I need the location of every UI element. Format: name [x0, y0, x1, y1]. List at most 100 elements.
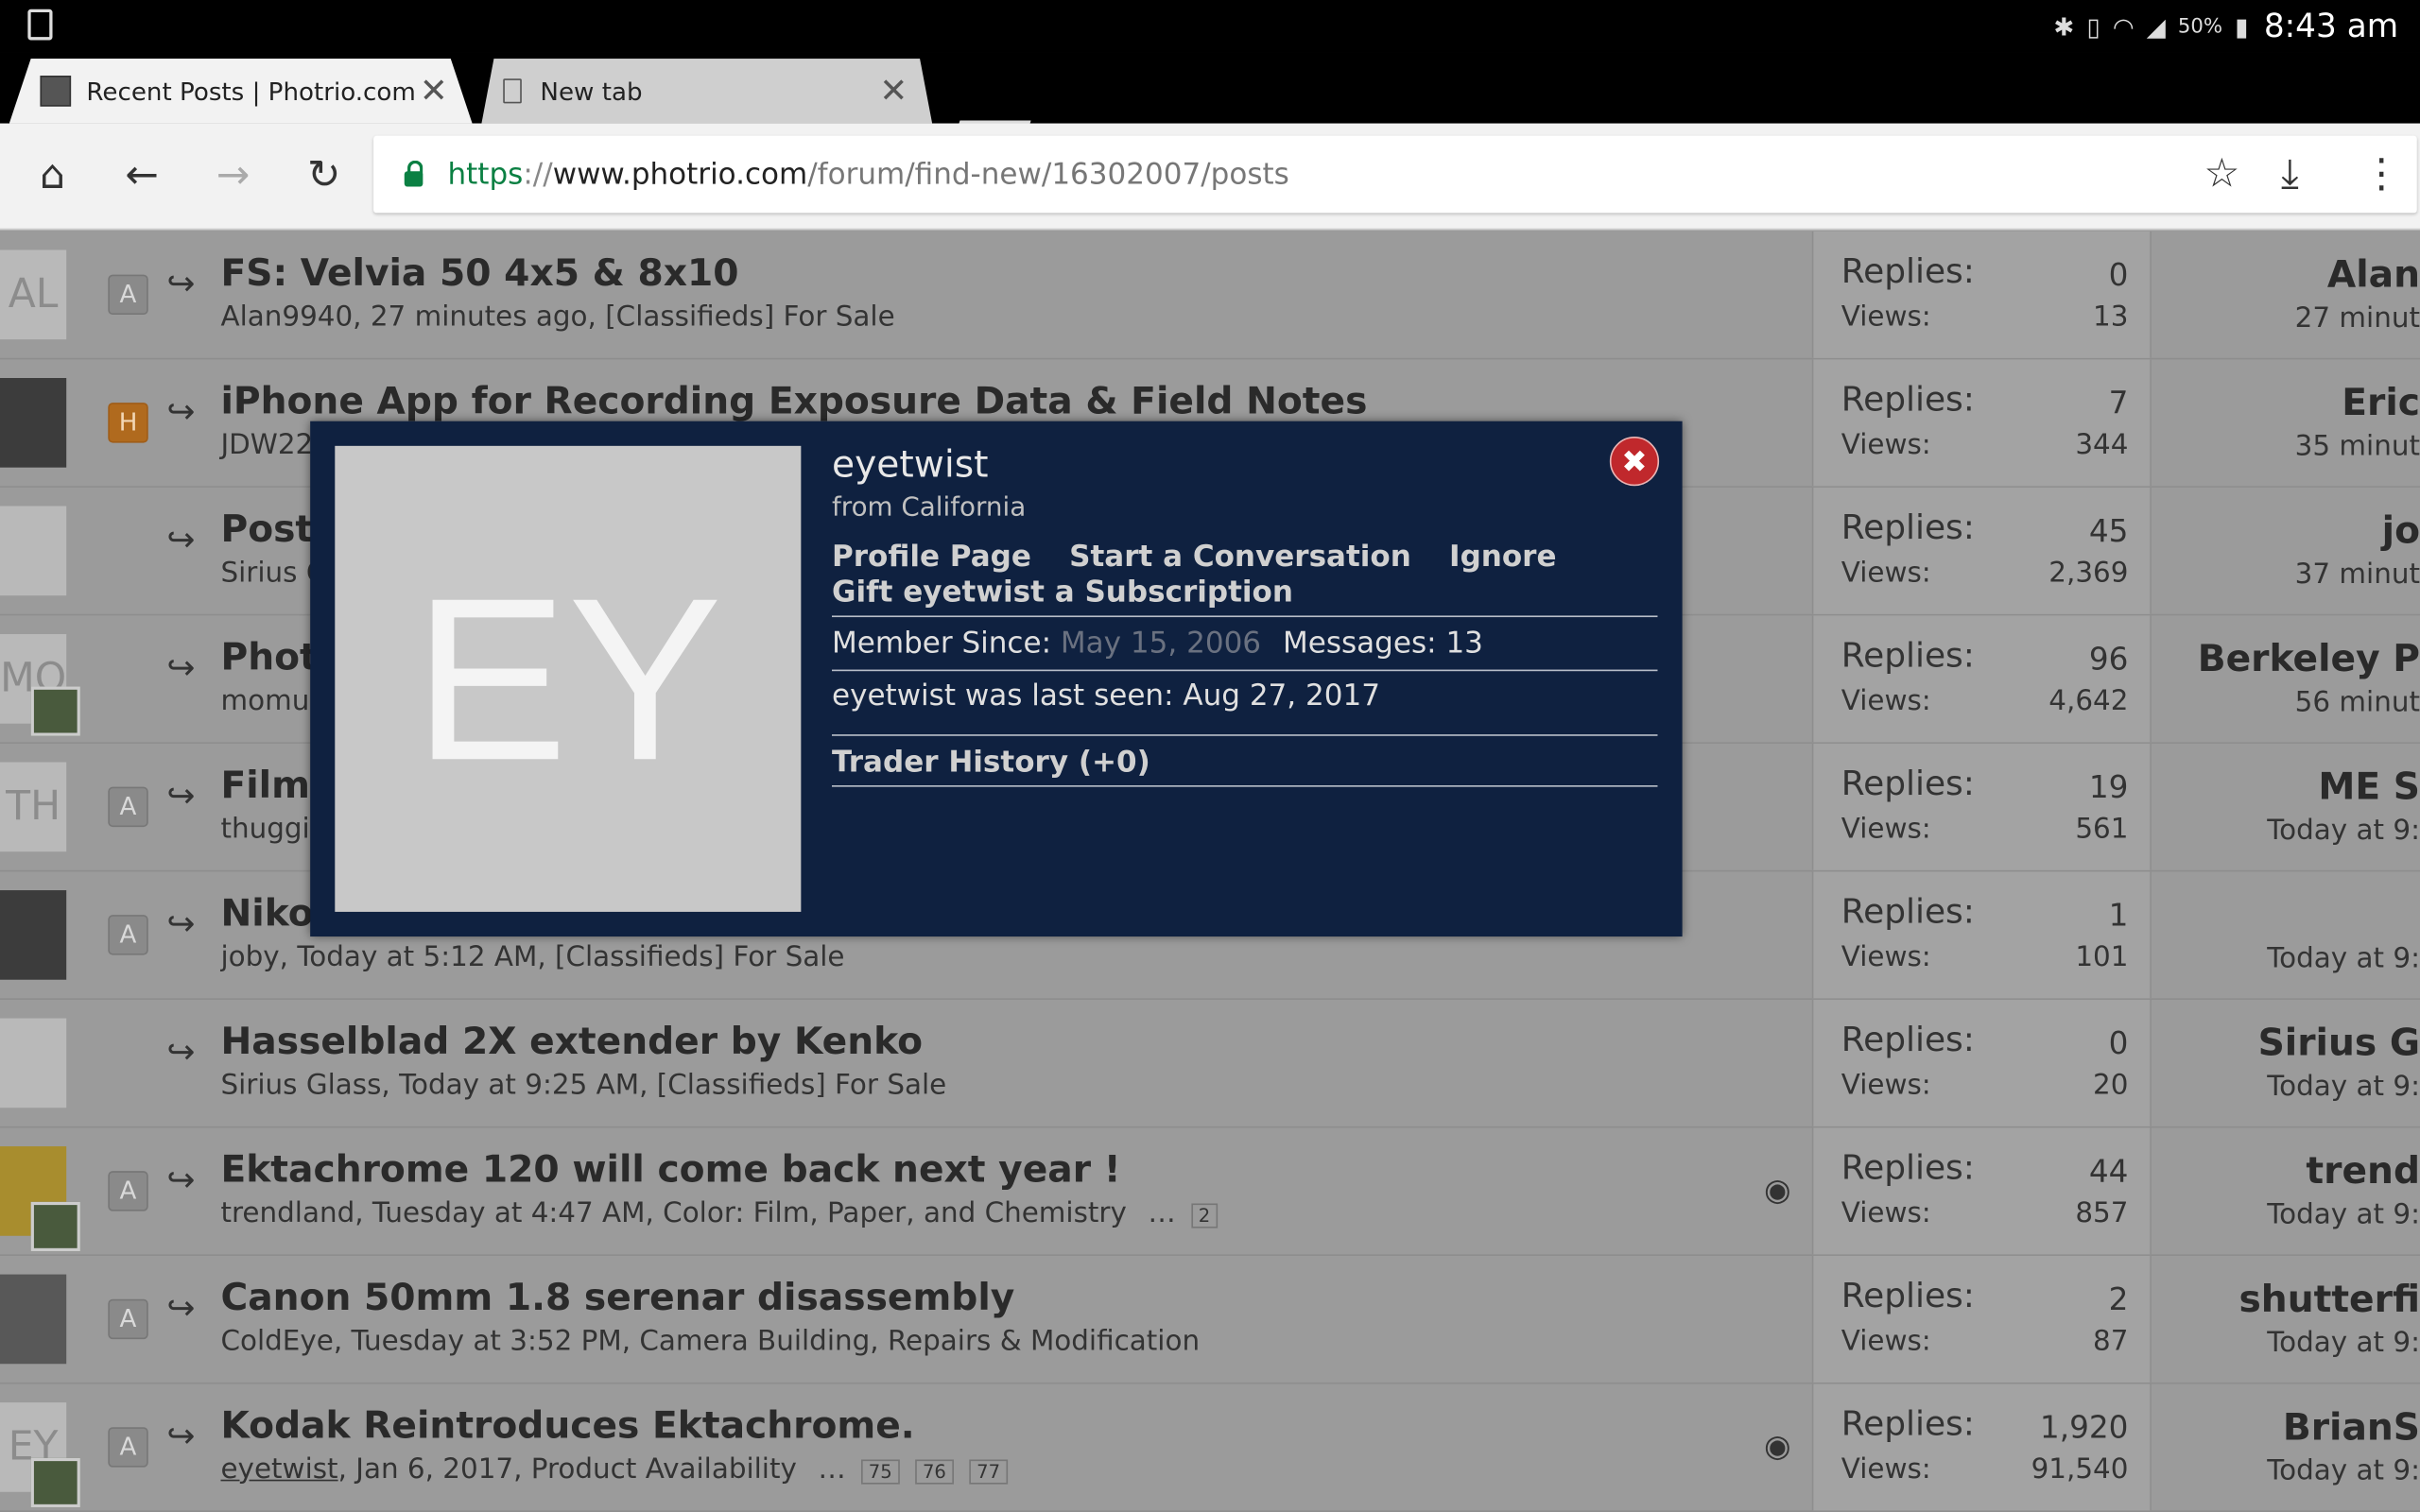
- thread-meta: Sirius Glass, Today at 9:25 AM, [Classif…: [220, 1069, 947, 1102]
- tab-recent-posts[interactable]: Recent Posts | Photrio.com P ✕: [9, 59, 473, 124]
- back-icon[interactable]: ←: [114, 148, 170, 204]
- download-icon[interactable]: ⤓: [2281, 151, 2299, 199]
- tab-new-tab[interactable]: New tab ✕: [481, 59, 933, 124]
- thread-meta: joby, Today at 5:12 AM, [Classifieds] Fo…: [220, 940, 845, 974]
- member-since-date: May 15, 2006: [1060, 626, 1262, 661]
- share-icon[interactable]: ↪: [166, 778, 195, 816]
- battery-percent: 50%: [2177, 14, 2223, 38]
- thread-meta: trendland, Tuesday at 4:47 AM, Color: Fi…: [220, 1197, 1219, 1229]
- thread-meta: Alan9940, 27 minutes ago, [Classifieds] …: [220, 301, 895, 334]
- reload-icon[interactable]: ↻: [296, 148, 352, 204]
- member-actions: Profile Page Start a Conversation Ignore: [832, 540, 1584, 574]
- last-post-user[interactable]: BrianS: [2161, 1405, 2420, 1449]
- forward-icon[interactable]: →: [205, 148, 261, 204]
- share-icon[interactable]: ↪: [166, 905, 195, 944]
- thread-title[interactable]: Post: [220, 507, 313, 551]
- avatar[interactable]: [0, 1274, 67, 1365]
- last-post-user[interactable]: jo: [2161, 509, 2420, 553]
- avatar[interactable]: TH: [0, 762, 67, 852]
- member-username[interactable]: eyetwist: [832, 443, 988, 487]
- last-post-user[interactable]: Alan: [2161, 253, 2420, 297]
- thread-title[interactable]: Film: [220, 764, 309, 807]
- start-conversation-link[interactable]: Start a Conversation: [1069, 540, 1411, 574]
- avatar[interactable]: [0, 506, 67, 596]
- views-count: 87: [2093, 1325, 2129, 1358]
- share-icon[interactable]: ↪: [166, 1034, 195, 1073]
- stats-cell: Replies: 1 Views: 101: [1811, 871, 2152, 999]
- tab-title: New tab: [540, 76, 643, 106]
- ignore-link[interactable]: Ignore: [1449, 540, 1556, 574]
- replies-count: 7: [2108, 384, 2129, 421]
- trader-history-link[interactable]: Trader History (+0): [832, 746, 1150, 780]
- last-post-user[interactable]: Berkeley P: [2161, 637, 2420, 680]
- last-poster-mini-avatar[interactable]: [30, 1457, 80, 1508]
- url-text[interactable]: https://www.photrio.com/forum/find-new/1…: [447, 158, 1288, 192]
- last-post-time: Today at 9:: [2267, 1198, 2420, 1231]
- share-icon[interactable]: ↪: [166, 1290, 195, 1329]
- prefix-badge: H: [108, 403, 148, 443]
- thread-row[interactable]: A ↪ Ektachrome 120 will come back next y…: [0, 1127, 2420, 1256]
- last-post-user[interactable]: shutterfi: [2161, 1278, 2420, 1321]
- page-link[interactable]: 77: [968, 1459, 1009, 1485]
- thread-row[interactable]: A ↪ Canon 50mm 1.8 serenar disassembly C…: [0, 1255, 2420, 1384]
- share-icon[interactable]: ↪: [166, 393, 195, 432]
- share-icon[interactable]: ↪: [166, 1418, 195, 1456]
- avatar[interactable]: [0, 890, 67, 980]
- thread-meta: ColdEye, Tuesday at 3:52 PM, Camera Buil…: [220, 1325, 1201, 1358]
- gift-subscription-link[interactable]: Gift eyetwist a Subscription: [832, 576, 1293, 610]
- browser-toolbar: ⌂ ← → ↻ https://www.photrio.com/forum/fi…: [0, 123, 2420, 231]
- thread-title[interactable]: Ektachrome 120 will come back next year …: [220, 1148, 1120, 1192]
- replies-count: 1: [2108, 896, 2129, 934]
- thread-row[interactable]: EY A ↪ Kodak Reintroduces Ektachrome. ey…: [0, 1383, 2420, 1512]
- bookmark-star-icon[interactable]: ☆: [2204, 151, 2239, 198]
- thread-title[interactable]: FS: Velvia 50 4x5 & 8x10: [220, 251, 738, 295]
- author-link[interactable]: eyetwist: [220, 1453, 337, 1486]
- share-icon[interactable]: ↪: [166, 522, 195, 560]
- last-post-user[interactable]: ME S: [2161, 765, 2420, 809]
- last-post-time: 27 minut: [2294, 302, 2420, 335]
- stats-cell: Replies: 44 Views: 857: [1811, 1127, 2152, 1255]
- profile-page-link[interactable]: Profile Page: [832, 540, 1031, 574]
- prefix-badge: A: [108, 274, 148, 316]
- thread-row[interactable]: AL A ↪ FS: Velvia 50 4x5 & 8x10 Alan9940…: [0, 231, 2420, 360]
- thread-title[interactable]: Canon 50mm 1.8 serenar disassembly: [220, 1276, 1014, 1319]
- last-post-time: Today at 9:: [2267, 1071, 2420, 1104]
- address-bar[interactable]: https://www.photrio.com/forum/find-new/1…: [373, 135, 2417, 214]
- close-icon[interactable]: ✖: [1609, 437, 1660, 487]
- close-tab-icon[interactable]: ✕: [876, 72, 910, 111]
- views-count: 857: [2075, 1196, 2129, 1230]
- page-link[interactable]: 2: [1190, 1203, 1219, 1228]
- last-post-user[interactable]: Eric: [2161, 381, 2420, 424]
- menu-icon[interactable]: ⋮: [2361, 151, 2401, 198]
- avatar[interactable]: [0, 1018, 67, 1108]
- page-link[interactable]: 75: [860, 1459, 900, 1485]
- share-icon[interactable]: ↪: [166, 1161, 195, 1200]
- close-tab-icon[interactable]: ✕: [417, 72, 451, 111]
- last-poster-mini-avatar[interactable]: [30, 1201, 80, 1252]
- stats-cell: Replies: 1,920 Views: 91,540: [1811, 1383, 2152, 1511]
- member-avatar[interactable]: EY: [335, 445, 802, 912]
- thread-title[interactable]: Niko: [220, 892, 313, 936]
- thread-title[interactable]: Kodak Reintroduces Ektachrome.: [220, 1404, 914, 1448]
- last-post-time: Today at 9:: [2267, 942, 2420, 975]
- thread-title[interactable]: Hasselblad 2X extender by Kenko: [220, 1020, 923, 1063]
- messages-count[interactable]: 13: [1445, 627, 1482, 661]
- thread-title[interactable]: iPhone App for Recording Exposure Data &…: [220, 380, 1367, 423]
- clock: 8:43 am: [2263, 8, 2399, 45]
- share-icon[interactable]: ↪: [166, 266, 195, 304]
- views-count: 20: [2093, 1069, 2129, 1102]
- avatar[interactable]: [0, 378, 67, 468]
- vibrate-icon: ▯: [2086, 11, 2100, 42]
- last-post-user[interactable]: Sirius G: [2161, 1022, 2420, 1065]
- page-icon: [503, 78, 522, 104]
- page-link[interactable]: 76: [914, 1459, 955, 1485]
- share-icon[interactable]: ↪: [166, 649, 195, 688]
- thread-row[interactable]: ↪ Hasselblad 2X extender by Kenko Sirius…: [0, 999, 2420, 1128]
- status-bar: ✱ ▯ ◠ ◢ 50% ▮ 8:43 am: [0, 0, 2420, 53]
- last-poster-mini-avatar[interactable]: [30, 686, 80, 736]
- home-icon[interactable]: ⌂: [25, 148, 80, 204]
- avatar[interactable]: AL: [0, 249, 67, 340]
- prefix-badge: A: [108, 915, 148, 955]
- last-post-user[interactable]: trend: [2161, 1149, 2420, 1193]
- thread-meta: momu: [220, 684, 310, 718]
